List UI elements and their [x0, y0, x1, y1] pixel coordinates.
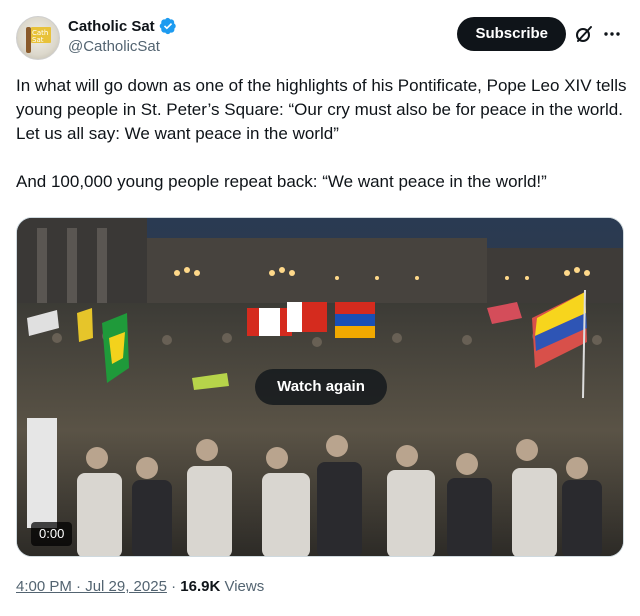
watch-again-button[interactable]: Watch again	[255, 369, 387, 405]
tweet-text: In what will go down as one of the highl…	[16, 74, 628, 194]
views-count[interactable]: 16.9K	[180, 578, 220, 595]
meta-separator: ·	[171, 578, 177, 595]
tweet-paragraph-2: And 100,000 young people repeat back: “W…	[16, 172, 547, 191]
display-name[interactable]: Catholic Sat	[68, 18, 155, 35]
video-timestamp: 0:00	[31, 522, 73, 546]
avatar[interactable]: Cath Sat	[16, 16, 60, 60]
grok-icon[interactable]	[574, 24, 594, 44]
more-icon[interactable]	[602, 24, 622, 44]
subscribe-button[interactable]: Subscribe	[457, 17, 566, 51]
tweet-paragraph-1: In what will go down as one of the highl…	[16, 76, 627, 143]
views-label: Views	[224, 578, 265, 595]
account-handle[interactable]: @CatholicSat	[68, 38, 160, 55]
video-player[interactable]: Watch again 0:00	[16, 217, 624, 557]
verified-badge-icon	[159, 17, 176, 35]
tweet-timestamp-link[interactable]: 4:00 PM · Jul 29, 2025	[16, 578, 167, 595]
avatar-text: Cath Sat	[32, 29, 49, 44]
tweet-meta: 4:00 PM · Jul 29, 2025 · 16.9K Views	[16, 578, 264, 595]
name-row: Catholic Sat	[68, 17, 177, 35]
tweet-header: Cath Sat Catholic Sat @CatholicSat Subscr…	[16, 14, 624, 62]
